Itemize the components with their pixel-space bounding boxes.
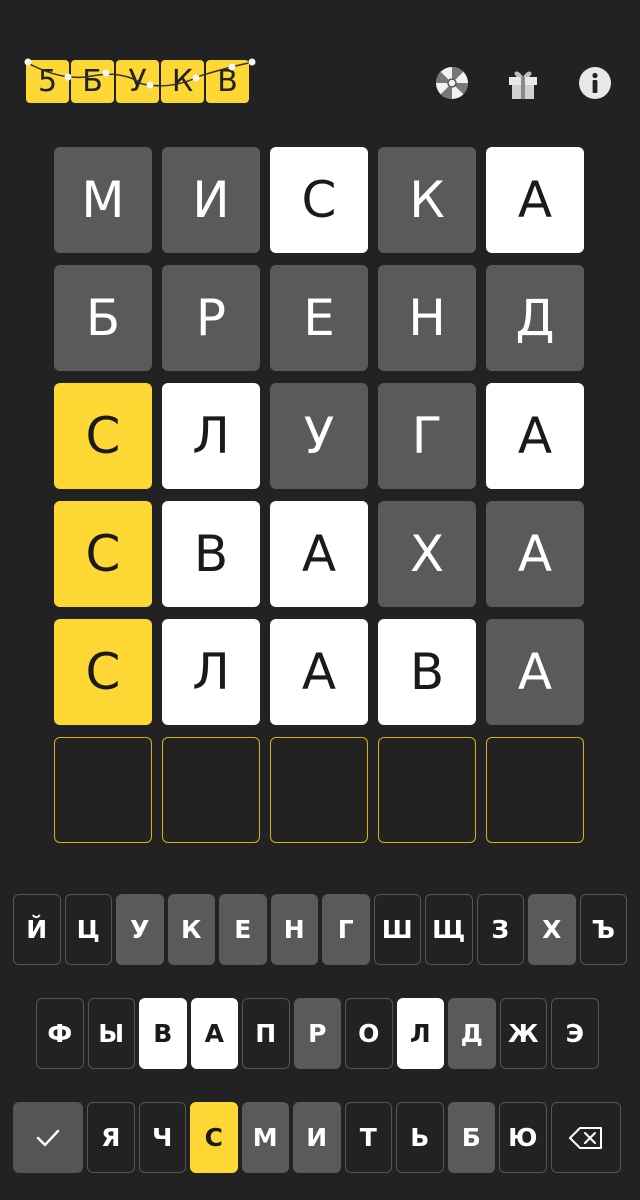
board-tile: А [270, 619, 368, 725]
board-row: БРЕНД [54, 265, 587, 371]
key-button[interactable]: Л [396, 998, 444, 1069]
board-tile: А [486, 501, 584, 607]
logo-letter: 5 [26, 60, 69, 103]
key-button[interactable]: Ч [138, 1102, 186, 1173]
key-button[interactable]: Д [448, 998, 496, 1069]
key-button[interactable]: С [190, 1102, 238, 1173]
board-tile: Г [378, 383, 476, 489]
key-button[interactable]: У [116, 894, 164, 965]
key-button[interactable]: Т [344, 1102, 392, 1173]
key-button[interactable]: Г [322, 894, 370, 965]
key-button[interactable]: О [345, 998, 393, 1069]
board-tile: Е [270, 265, 368, 371]
logo: 5 Б У К В [26, 60, 249, 103]
board-tile [486, 737, 584, 843]
key-button[interactable]: Ю [499, 1102, 547, 1173]
key-button[interactable]: Ж [499, 998, 547, 1069]
board-row: СВАХА [54, 501, 587, 607]
keyboard-row-3: ЯЧСМИТЬБЮ [13, 1102, 621, 1173]
key-button[interactable]: А [190, 998, 238, 1069]
logo-letter: В [206, 60, 249, 103]
board-tile: А [486, 619, 584, 725]
key-button[interactable]: К [167, 894, 215, 965]
key-button[interactable]: З [476, 894, 524, 965]
key-button[interactable]: Ш [373, 894, 421, 965]
board-tile: У [270, 383, 368, 489]
board-tile: Д [486, 265, 584, 371]
check-icon [36, 1129, 60, 1146]
key-button[interactable]: Р [293, 998, 341, 1069]
gift-icon[interactable] [504, 64, 542, 102]
board-row [54, 737, 587, 843]
key-button[interactable]: В [139, 998, 187, 1069]
board-tile: В [162, 501, 260, 607]
key-button[interactable]: Ь [396, 1102, 444, 1173]
board-tile: С [54, 619, 152, 725]
game-board: МИСКАБРЕНДСЛУГАСВАХАСЛАВА [54, 147, 587, 855]
key-button[interactable]: Х [528, 894, 576, 965]
backspace-button[interactable] [550, 1102, 621, 1173]
backspace-icon [568, 1126, 602, 1149]
board-tile: В [378, 619, 476, 725]
board-tile: Х [378, 501, 476, 607]
keyboard-row-2: ФЫВАПРОЛДЖЭ [36, 998, 599, 1069]
key-button[interactable]: Ы [87, 998, 135, 1069]
board-tile: И [162, 147, 260, 253]
header: 5 Б У К В [0, 0, 640, 130]
board-row: СЛУГА [54, 383, 587, 489]
key-button[interactable]: Н [270, 894, 318, 965]
key-button[interactable]: И [293, 1102, 341, 1173]
key-button[interactable]: Я [87, 1102, 135, 1173]
board-tile: А [486, 147, 584, 253]
key-button[interactable]: Ф [36, 998, 84, 1069]
board-tile: А [486, 383, 584, 489]
logo-letter: У [116, 60, 159, 103]
key-button[interactable]: Ъ [579, 894, 627, 965]
key-button[interactable]: М [241, 1102, 289, 1173]
board-tile: Б [54, 265, 152, 371]
key-button[interactable]: Б [447, 1102, 495, 1173]
board-tile: К [378, 147, 476, 253]
board-tile [162, 737, 260, 843]
board-tile: А [270, 501, 368, 607]
info-icon[interactable] [576, 64, 614, 102]
board-tile: С [54, 383, 152, 489]
keyboard-row-1: ЙЦУКЕНГШЩЗХЪ [13, 894, 627, 965]
enter-button[interactable] [13, 1102, 83, 1173]
key-button[interactable]: Й [13, 894, 61, 965]
board-tile: Р [162, 265, 260, 371]
board-tile: М [54, 147, 152, 253]
logo-letter: К [161, 60, 204, 103]
key-button[interactable]: П [242, 998, 290, 1069]
board-row: СЛАВА [54, 619, 587, 725]
board-tile: Н [378, 265, 476, 371]
key-button[interactable]: Э [551, 998, 599, 1069]
board-tile: С [270, 147, 368, 253]
board-tile [54, 737, 152, 843]
board-tile: Л [162, 383, 260, 489]
key-button[interactable]: Щ [425, 894, 473, 965]
board-tile: С [54, 501, 152, 607]
logo-letter: Б [71, 60, 114, 103]
key-button[interactable]: Е [219, 894, 267, 965]
wheel-icon[interactable] [433, 64, 471, 102]
board-tile: Л [162, 619, 260, 725]
board-tile [378, 737, 476, 843]
key-button[interactable]: Ц [64, 894, 112, 965]
board-tile [270, 737, 368, 843]
board-row: МИСКА [54, 147, 587, 253]
